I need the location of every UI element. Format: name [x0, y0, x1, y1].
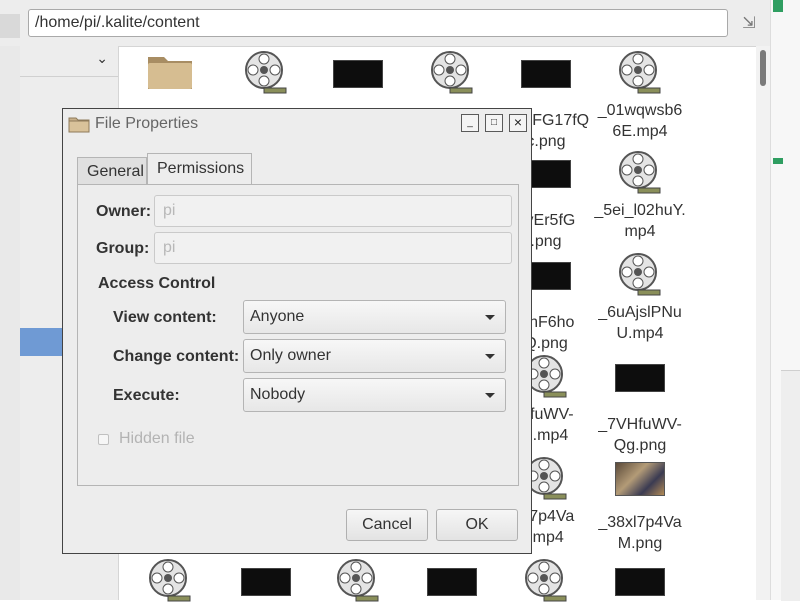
image-thumbnail-icon: [615, 568, 665, 612]
file-tile[interactable]: [406, 558, 498, 612]
film-reel-icon: [615, 252, 665, 296]
right-edge-window: [770, 0, 800, 601]
film-reel-icon: [427, 50, 477, 94]
execute-label: Execute:: [113, 387, 180, 404]
folder-icon: [68, 117, 90, 133]
image-thumbnail-icon: [615, 462, 665, 506]
scrollbar-thumb[interactable]: [760, 50, 766, 86]
title-bar[interactable]: File Properties _ □ ×: [63, 109, 531, 139]
view-content-value: Anyone: [250, 308, 305, 325]
file-tile[interactable]: _38xl7p4Va M.png: [594, 456, 686, 554]
image-thumbnail-icon: [427, 568, 477, 612]
image-thumbnail-icon: [241, 568, 291, 612]
image-thumbnail-icon: [521, 60, 571, 104]
change-content-select[interactable]: Only owner: [243, 339, 506, 373]
dropdown-arrow-icon: [485, 354, 495, 359]
close-button[interactable]: ×: [509, 114, 527, 132]
film-reel-icon: [615, 50, 665, 94]
file-tile[interactable]: _5ei_l02huY. mp4: [594, 150, 686, 242]
left-edge-strip: [0, 46, 20, 600]
file-tile[interactable]: [124, 558, 216, 602]
file-tile[interactable]: [124, 50, 216, 94]
dropdown-arrow-icon: [485, 315, 495, 320]
film-reel-icon: [145, 558, 195, 602]
file-tile[interactable]: [594, 558, 686, 612]
file-tile[interactable]: _7VHfuWV- Qg.png: [594, 354, 686, 456]
chevron-down-icon[interactable]: ⌄: [96, 50, 108, 67]
film-reel-icon: [615, 150, 665, 194]
group-field[interactable]: pi: [154, 232, 512, 264]
tab-general[interactable]: General: [77, 157, 147, 185]
maximize-button[interactable]: □: [485, 114, 503, 132]
owner-label: Owner:: [96, 203, 152, 220]
file-tile[interactable]: [312, 558, 404, 602]
image-thumbnail-icon: [333, 60, 383, 104]
file-name: _6uAjslPNu U.mp4: [598, 304, 682, 342]
accent-strip: [773, 158, 783, 164]
file-tile[interactable]: [406, 50, 498, 94]
side-pane-header[interactable]: ⌄: [20, 46, 118, 77]
image-thumbnail-icon: [615, 364, 665, 408]
owner-field[interactable]: pi: [154, 195, 512, 227]
film-reel-icon: [333, 558, 383, 602]
file-properties-dialog: File Properties _ □ × General Permission…: [62, 108, 532, 554]
cancel-button[interactable]: Cancel: [346, 509, 428, 541]
accent-strip: [773, 0, 783, 12]
dropdown-arrow-icon: [485, 393, 495, 398]
dialog-title: File Properties: [95, 115, 199, 132]
permissions-panel: Owner: pi Group: pi Access Control View …: [77, 184, 519, 486]
right-edge-panel: [781, 370, 800, 601]
file-tile[interactable]: [500, 558, 592, 602]
minimize-button[interactable]: _: [461, 114, 479, 132]
file-name: _01wqwsb6 6E.mp4: [597, 102, 683, 140]
file-name: _38xl7p4Va M.png: [598, 514, 682, 552]
folder-icon: [145, 50, 195, 94]
change-content-value: Only owner: [250, 347, 331, 364]
hidden-file-checkbox[interactable]: [98, 434, 109, 445]
file-tile[interactable]: [312, 50, 404, 104]
hidden-file-label: Hidden file: [119, 430, 195, 447]
go-icon[interactable]: ⇲: [737, 12, 761, 36]
execute-select[interactable]: Nobody: [243, 378, 506, 412]
path-input[interactable]: /home/pi/.kalite/content: [28, 9, 728, 37]
film-reel-icon: [241, 50, 291, 94]
execute-value: Nobody: [250, 386, 306, 403]
left-edge: [0, 14, 20, 38]
file-name: _5ei_l02huY. mp4: [594, 202, 686, 240]
file-tile[interactable]: [220, 50, 312, 94]
file-tile[interactable]: [220, 558, 312, 612]
file-tile[interactable]: _6uAjslPNu U.mp4: [594, 252, 686, 344]
vertical-scrollbar[interactable]: [756, 46, 770, 600]
group-label: Group:: [96, 240, 150, 257]
view-content-label: View content:: [113, 309, 217, 326]
view-content-select[interactable]: Anyone: [243, 300, 506, 334]
access-control-heading: Access Control: [98, 275, 216, 292]
file-tile[interactable]: _01wqwsb6 6E.mp4: [594, 50, 686, 142]
file-name: _7VHfuWV- Qg.png: [598, 416, 682, 454]
ok-button[interactable]: OK: [436, 509, 518, 541]
tab-permissions[interactable]: Permissions: [147, 153, 252, 185]
film-reel-icon: [521, 558, 571, 602]
change-content-label: Change content:: [113, 348, 240, 365]
